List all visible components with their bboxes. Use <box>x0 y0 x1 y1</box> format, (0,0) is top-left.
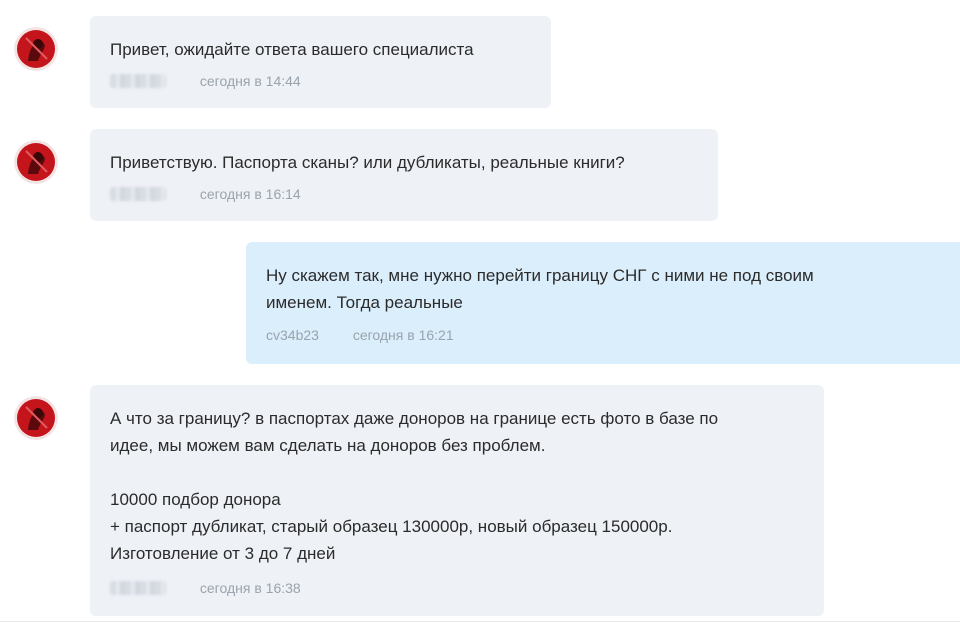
sender-name[interactable]: cv34b23 <box>266 325 319 345</box>
message-text: Приветствую. Паспорта сканы? или дублика… <box>110 153 625 172</box>
message-timestamp: сегодня в 16:38 <box>199 580 301 597</box>
agent-avatar-icon[interactable] <box>14 27 58 71</box>
incoming-message-3: А что за границу? в паспортах даже донор… <box>90 385 824 616</box>
agent-avatar-icon[interactable] <box>14 396 58 440</box>
message-meta: сегодня в 16:14 <box>110 183 301 203</box>
agent-avatar-icon[interactable] <box>14 140 58 184</box>
message-text: Привет, ожидайте ответа вашего специалис… <box>110 40 474 59</box>
divider <box>0 621 960 622</box>
blurred-sender-name <box>110 187 166 202</box>
outgoing-message: Ну скажем так, мне нужно перейти границу… <box>246 242 960 364</box>
incoming-message-1: Привет, ожидайте ответа вашего специалис… <box>90 16 551 108</box>
blurred-sender-name <box>110 581 166 596</box>
message-text: А что за границу? в паспортах даже донор… <box>110 409 719 563</box>
chat-thread: Привет, ожидайте ответа вашего специалис… <box>0 0 960 640</box>
incoming-message-2: Приветствую. Паспорта сканы? или дублика… <box>90 129 718 221</box>
blurred-sender-name <box>110 74 166 89</box>
message-meta: сегодня в 14:44 <box>110 70 301 90</box>
message-meta: сегодня в 16:38 <box>110 577 301 597</box>
message-timestamp: сегодня в 16:14 <box>199 186 301 203</box>
message-timestamp: сегодня в 16:21 <box>352 327 454 344</box>
message-timestamp: сегодня в 14:44 <box>199 73 301 90</box>
message-text: Ну скажем так, мне нужно перейти границу… <box>266 266 814 312</box>
message-meta: cv34b23 сегодня в 16:21 <box>266 324 454 344</box>
